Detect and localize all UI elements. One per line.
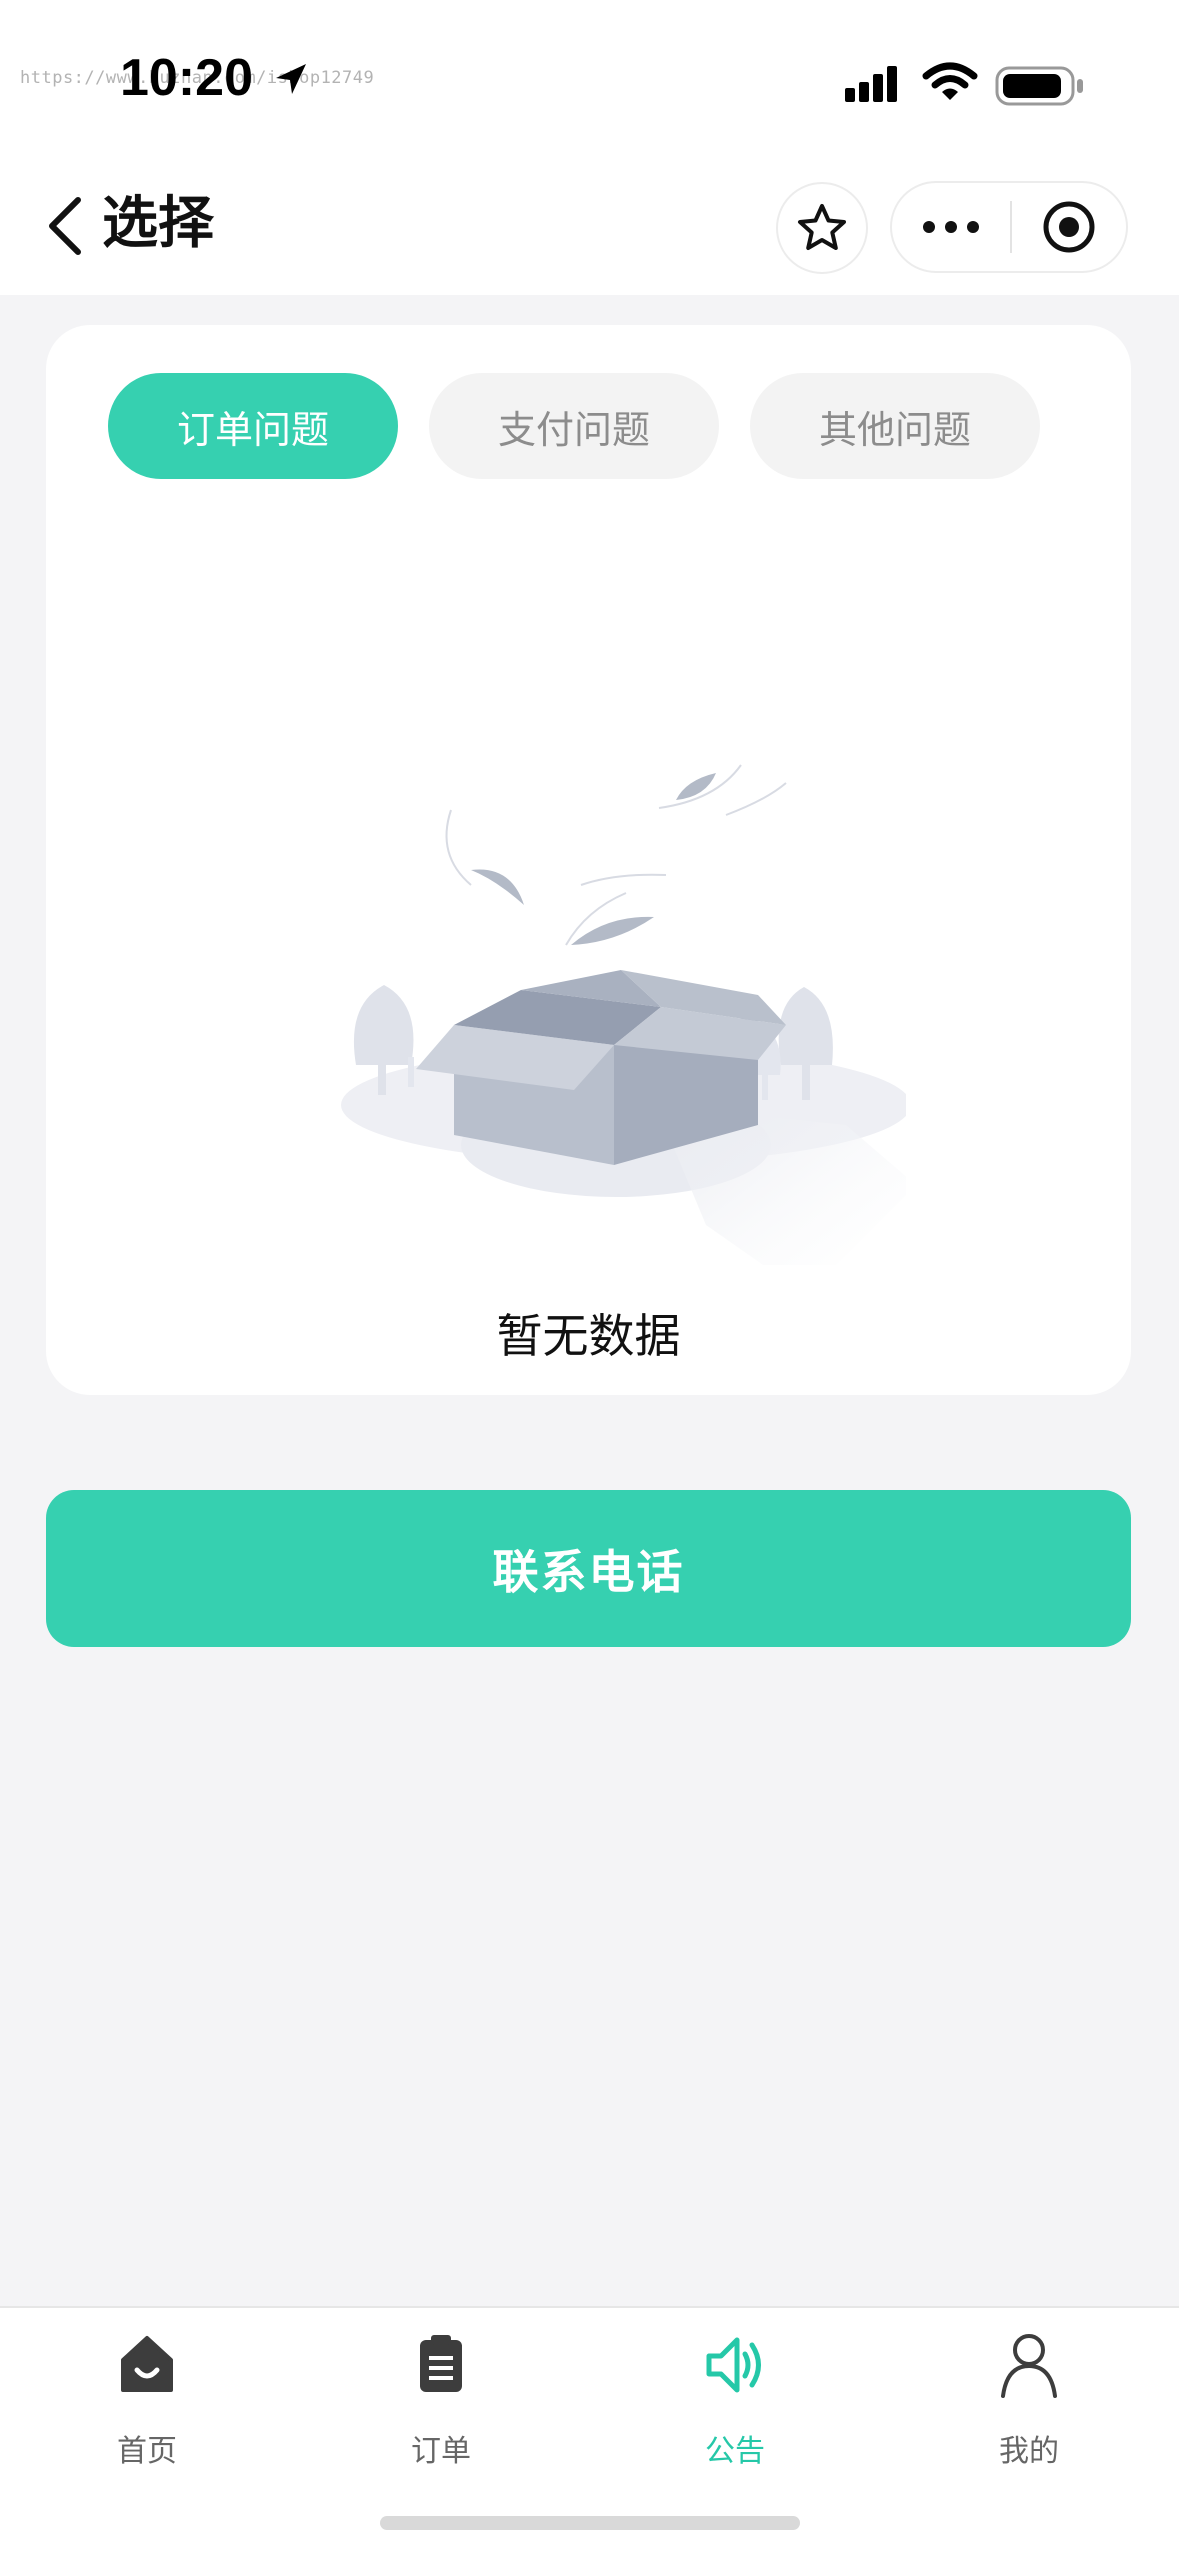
target-icon bbox=[1043, 201, 1095, 253]
home-icon bbox=[121, 2336, 173, 2392]
back-icon bbox=[49, 197, 81, 255]
empty-state-text: 暂无数据 bbox=[496, 1309, 681, 1363]
home-indicator bbox=[380, 2516, 800, 2530]
location-arrow-icon bbox=[276, 64, 306, 94]
tab-payment-issues[interactable]: 支付问题 bbox=[429, 373, 719, 479]
tabbar-label-home: 首页 bbox=[117, 2434, 177, 2469]
tabbar-label-orders: 订单 bbox=[411, 2434, 471, 2469]
tabbar-label-profile: 我的 bbox=[999, 2434, 1059, 2469]
back-button[interactable] bbox=[38, 184, 98, 268]
more-icon bbox=[923, 221, 979, 233]
wifi-icon bbox=[922, 62, 978, 100]
more-button[interactable] bbox=[892, 183, 1010, 271]
mini-program-capsule bbox=[890, 181, 1128, 273]
star-icon bbox=[798, 204, 846, 250]
order-icon bbox=[420, 2335, 462, 2392]
contact-phone-button[interactable]: 联系电话 bbox=[46, 1490, 1131, 1647]
content-card: 订单问题 支付问题 其他问题 暂无数据 bbox=[46, 325, 1131, 1395]
tabbar-label-announcements: 公告 bbox=[705, 2434, 765, 2469]
tabbar-item-profile[interactable]: 我的 bbox=[882, 2308, 1176, 2488]
tabbar-item-announcements[interactable]: 公告 bbox=[588, 2308, 882, 2488]
tabbar-item-home[interactable]: 首页 bbox=[0, 2308, 294, 2488]
tab-other-issues[interactable]: 其他问题 bbox=[750, 373, 1040, 479]
announcement-icon bbox=[706, 2337, 761, 2393]
empty-box-illustration bbox=[341, 764, 906, 1265]
tabbar-item-orders[interactable]: 订单 bbox=[294, 2308, 588, 2488]
close-mini-program-button[interactable] bbox=[1012, 183, 1126, 271]
user-icon bbox=[1001, 2334, 1057, 2398]
battery-icon bbox=[995, 66, 1083, 106]
page-title: 选择 bbox=[102, 191, 214, 256]
tab-order-issues[interactable]: 订单问题 bbox=[108, 373, 398, 479]
cellular-signal-icon bbox=[845, 66, 897, 102]
status-time: 10:20 bbox=[120, 49, 253, 107]
favorite-button[interactable] bbox=[776, 182, 868, 274]
